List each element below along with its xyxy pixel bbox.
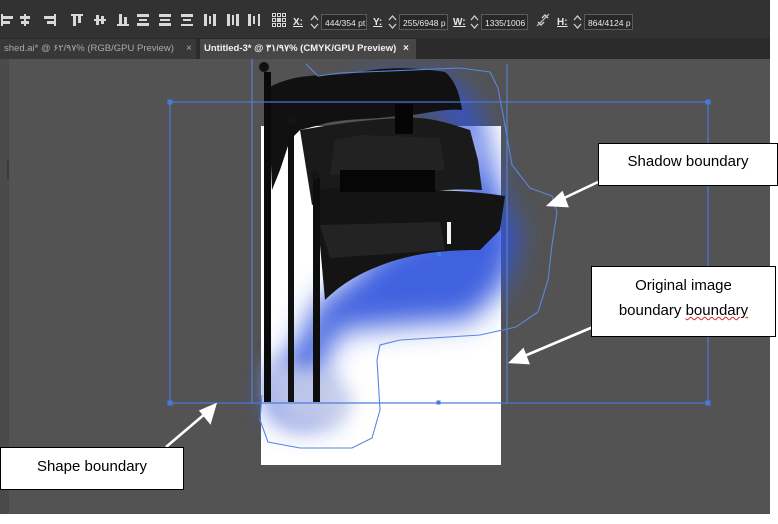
callout-text: Shape boundary <box>36 458 148 475</box>
original-image-boundary-callout: Original image boundary boundary <box>591 266 776 337</box>
center-point <box>437 252 441 256</box>
callout-word-boundary: boundary <box>618 302 682 319</box>
callout-word-boundary-misspelled: boundary <box>685 302 749 319</box>
callout-text: Shadow boundary <box>627 153 749 170</box>
artwork-canvas <box>165 59 711 465</box>
shape-boundary-callout: Shape boundary <box>0 447 184 490</box>
shadow-boundary-callout: Shadow boundary <box>598 143 778 186</box>
callout-text-line1: Original image <box>635 277 732 294</box>
